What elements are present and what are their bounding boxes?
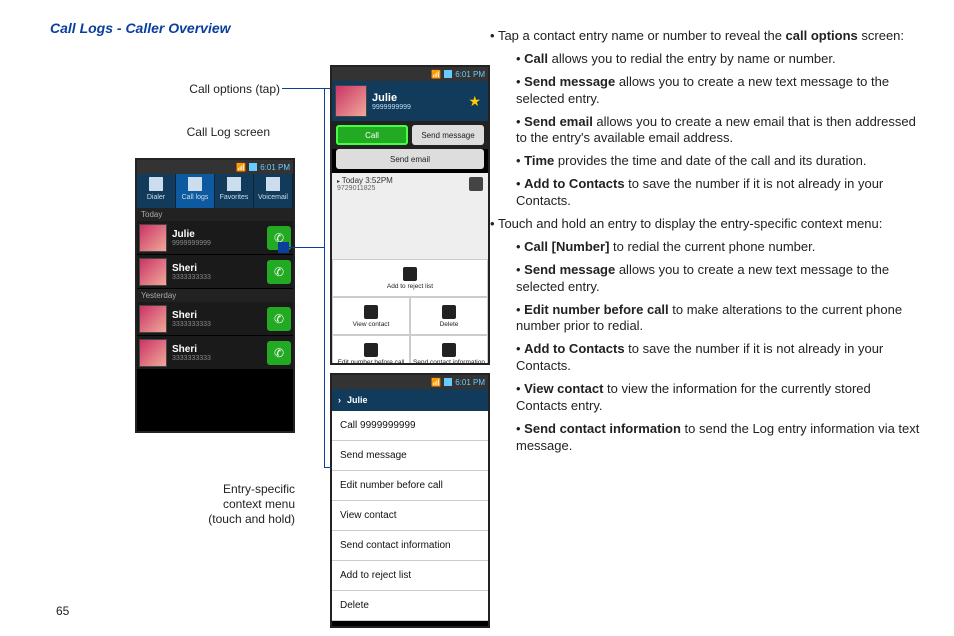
wifi-icon: 📶: [431, 70, 441, 79]
log-name: Sheri: [172, 263, 267, 274]
view-contact-button[interactable]: View contact: [332, 297, 410, 335]
instr-edit-number: Edit number before call to make alterati…: [490, 302, 924, 336]
send-icon: [442, 343, 456, 357]
instr-time: Time provides the time and date of the c…: [490, 153, 924, 170]
call-button[interactable]: ✆: [267, 341, 291, 365]
instructions: Tap a contact entry name or number to re…: [470, 20, 924, 616]
tab-voicemail[interactable]: Voicemail: [254, 174, 293, 208]
send-email-button[interactable]: Send email: [336, 149, 484, 169]
context-contact-name: Julie: [347, 395, 368, 405]
star-icon[interactable]: ★: [468, 93, 485, 110]
reject-icon: [403, 267, 417, 281]
signal-icon: [249, 163, 257, 171]
wifi-icon: 📶: [236, 163, 246, 172]
status-bar: 📶 6:01 PM: [332, 67, 488, 81]
caption-call-log: Call Log screen: [155, 125, 270, 140]
instr-add-contacts: Add to Contacts to save the number if it…: [490, 176, 924, 210]
wifi-icon: 📶: [431, 378, 441, 387]
caption-entry-context: Entry-specific context menu (touch and h…: [175, 482, 295, 527]
ctx-send-message[interactable]: Send message: [332, 441, 488, 471]
caption-call-options: Call options (tap): [170, 82, 280, 97]
log-name: Sheri: [172, 310, 267, 321]
ctx-edit-number[interactable]: Edit number before call: [332, 471, 488, 501]
status-time: 6:01 PM: [455, 378, 485, 387]
instr-send-email: Send email allows you to create a new em…: [490, 114, 924, 148]
status-time: 6:01 PM: [455, 70, 485, 79]
contact-header: Julie 9999999999 ★: [332, 81, 488, 121]
status-bar: 📶 6:01 PM: [137, 160, 293, 174]
log-name: Julie: [172, 229, 267, 240]
edit-icon: [364, 343, 378, 357]
log-number: 3333333333: [172, 321, 267, 328]
tab-dialer[interactable]: Dialer: [137, 174, 176, 208]
call-button[interactable]: ✆: [267, 260, 291, 284]
log-row-sheri-1[interactable]: Sheri 3333333333 ✆: [137, 255, 293, 289]
avatar: [335, 85, 367, 117]
phone-calloptions: 📶 6:01 PM Julie 9999999999 ★ Call Send m…: [330, 65, 490, 365]
contact-number: 9999999999: [372, 104, 468, 111]
instr-send-contact-info: Send contact information to send the Log…: [490, 421, 924, 455]
label-today: Today: [137, 208, 293, 221]
label-yesterday: Yesterday: [137, 289, 293, 302]
instr-add-contacts-2: Add to Contacts to save the number if it…: [490, 341, 924, 375]
contact-name: Julie: [372, 92, 397, 104]
context-menu-header: › Julie: [332, 389, 488, 411]
dialer-icon: [149, 177, 163, 191]
instr-touch-hold: Touch and hold an entry to display the e…: [490, 216, 924, 233]
call-button[interactable]: ✆: [267, 307, 291, 331]
favorites-icon: [227, 177, 241, 191]
instr-view-contact: View contact to view the information for…: [490, 381, 924, 415]
ctx-send-contact-info[interactable]: Send contact information: [332, 531, 488, 561]
tab-favorites[interactable]: Favorites: [215, 174, 254, 208]
instr-send-message-2: Send message allows you to create a new …: [490, 262, 924, 296]
log-row-julie[interactable]: Julie 9999999999 ✆: [137, 221, 293, 255]
avatar: [139, 339, 167, 367]
phone-calllog: 📶 6:01 PM Dialer Call logs Favorites Voi…: [135, 158, 295, 433]
signal-icon: [444, 70, 452, 78]
ctx-delete[interactable]: Delete: [332, 591, 488, 621]
contact-icon: [364, 305, 378, 319]
log-number: 3333333333: [172, 274, 267, 281]
send-message-button[interactable]: Send message: [412, 125, 484, 145]
status-bar: 📶 6:01 PM: [332, 375, 488, 389]
log-name: Sheri: [172, 344, 267, 355]
instr-call-number: Call [Number] to redial the current phon…: [490, 239, 924, 256]
avatar: [139, 258, 167, 286]
phone-icon[interactable]: [469, 177, 483, 191]
context-menu-list: Call 9999999999 Send message Edit number…: [332, 411, 488, 621]
options-grid: Add to reject list View contact Delete E…: [332, 259, 488, 365]
signal-icon: [444, 378, 452, 386]
phone-contextmenu: 📶 6:01 PM › Julie Call 9999999999 Send m…: [330, 373, 490, 628]
log-number: 3333333333: [172, 355, 267, 362]
send-contact-info-button[interactable]: Send contact information: [410, 335, 488, 365]
dialer-tabs: Dialer Call logs Favorites Voicemail: [137, 174, 293, 208]
log-row-sheri-2[interactable]: Sheri 3333333333 ✆: [137, 302, 293, 336]
instr-tap: Tap a contact entry name or number to re…: [490, 28, 924, 45]
tab-calllogs[interactable]: Call logs: [176, 174, 215, 208]
voicemail-icon: [266, 177, 280, 191]
instr-send-message: Send message allows you to create a new …: [490, 74, 924, 108]
instr-call: Call allows you to redial the entry by n…: [490, 51, 924, 68]
avatar: [139, 305, 167, 333]
ctx-call[interactable]: Call 9999999999: [332, 411, 488, 441]
log-row-sheri-3[interactable]: Sheri 3333333333 ✆: [137, 336, 293, 370]
avatar: [139, 224, 167, 252]
delete-icon: [442, 305, 456, 319]
section-title: Call Logs - Caller Overview: [50, 20, 470, 36]
delete-button[interactable]: Delete: [410, 297, 488, 335]
ctx-view-contact[interactable]: View contact: [332, 501, 488, 531]
log-number: 9999999999: [172, 240, 267, 247]
call-button[interactable]: Call: [336, 125, 408, 145]
call-history-entry[interactable]: ▸ Today 3:52PM 9729011825: [332, 173, 488, 195]
status-time: 6:01 PM: [260, 163, 290, 172]
edit-number-button[interactable]: Edit number before call: [332, 335, 410, 365]
add-reject-button[interactable]: Add to reject list: [332, 259, 488, 297]
calllogs-icon: [188, 177, 202, 191]
ctx-add-reject[interactable]: Add to reject list: [332, 561, 488, 591]
page-number: 65: [56, 604, 69, 618]
chevron-icon: ›: [338, 395, 341, 405]
